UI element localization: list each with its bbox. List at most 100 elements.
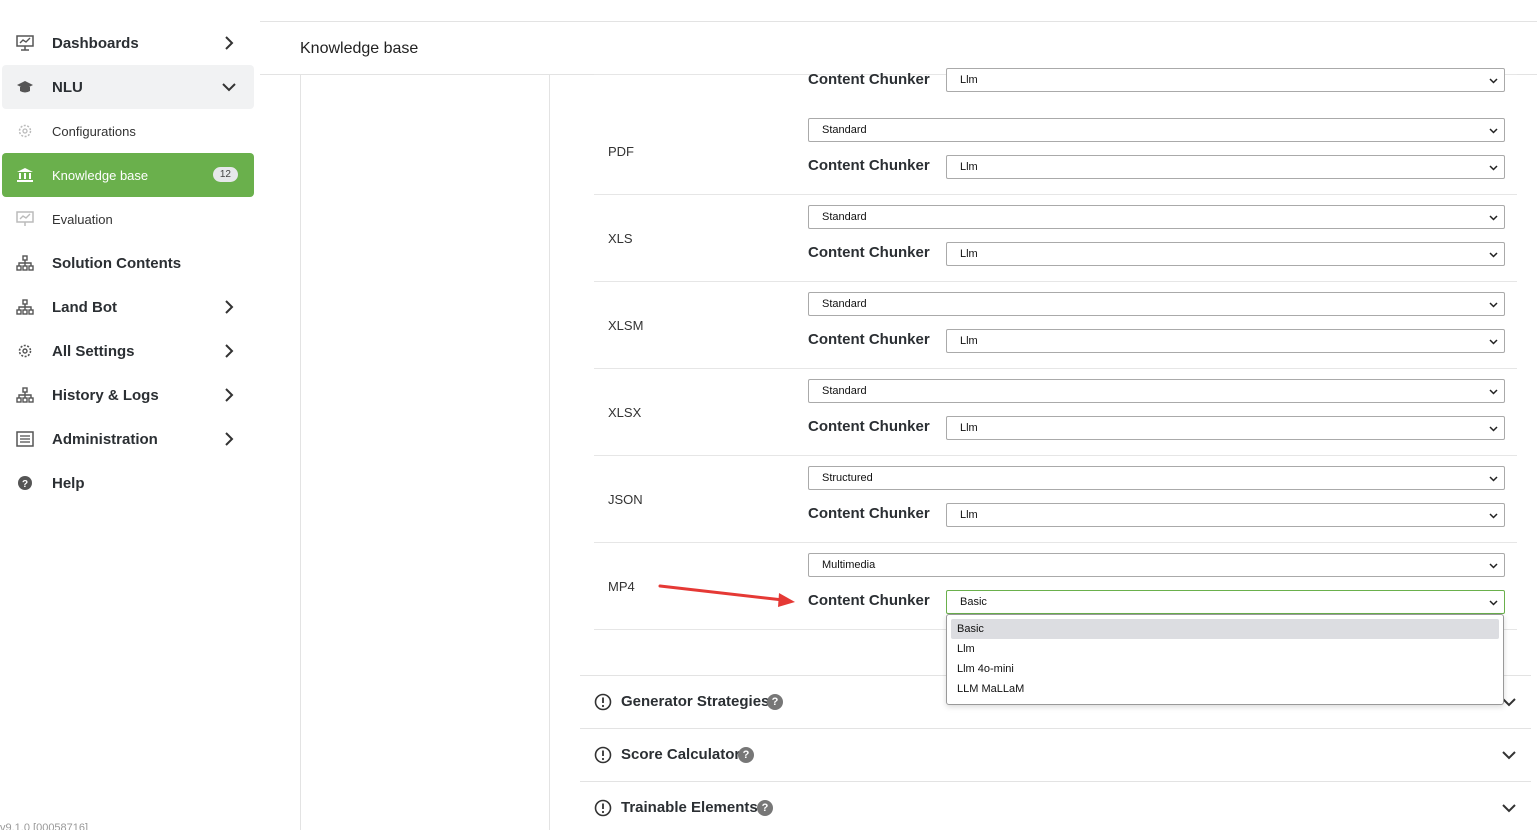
sidebar-item-label: Administration: [52, 430, 158, 448]
content-chunker-label: Content Chunker: [808, 331, 930, 348]
help-icon[interactable]: ?: [738, 747, 754, 763]
sidebar-item-label: Evaluation: [52, 211, 113, 227]
sidebar-item-nlu[interactable]: NLU: [2, 65, 254, 109]
accordion-title: Generator Strategies: [621, 693, 770, 710]
sidebar-item-label: Solution Contents: [52, 254, 182, 272]
sidebar-item-label: Configurations: [52, 123, 136, 139]
select-value: Llm: [960, 335, 978, 347]
chevron-right-icon: [225, 388, 234, 402]
help-icon[interactable]: ?: [767, 694, 783, 710]
admin-panel-icon: [16, 431, 34, 447]
select-value: Multimedia: [822, 559, 876, 571]
sidebar-item-label: History & Logs: [52, 386, 159, 404]
strategy-select[interactable]: Standard: [808, 379, 1505, 403]
file-type-label: MP4: [608, 579, 635, 594]
chevron-down-icon: [1489, 339, 1498, 345]
file-type-label: JSON: [608, 492, 643, 507]
sidebar-item-label: Knowledge base: [52, 167, 149, 183]
help-icon[interactable]: ?: [757, 800, 773, 816]
sidebar-item-solution-contents[interactable]: Solution Contents: [2, 241, 254, 285]
dropdown-option[interactable]: Llm: [951, 639, 1499, 659]
select-value: Standard: [822, 298, 867, 310]
strategy-select[interactable]: Multimedia: [808, 553, 1505, 577]
select-value: Llm: [960, 422, 978, 434]
select-value: Standard: [822, 211, 867, 223]
left-panel: [300, 75, 550, 830]
dropdown-option[interactable]: Basic: [951, 619, 1499, 639]
accordion-trainable-elements[interactable]: Trainable Elements ?: [580, 781, 1531, 830]
chart-presentation-icon: [16, 211, 34, 226]
sitemap-icon: [16, 255, 34, 271]
chevron-down-icon: [1489, 389, 1498, 395]
svg-text:?: ?: [22, 479, 28, 490]
file-type-row: XLS Standard Content Chunker Llm: [594, 195, 1517, 282]
chevron-down-icon: [1502, 804, 1516, 813]
exclamation-circle-icon: [594, 693, 612, 711]
sidebar-item-label: Dashboards: [52, 34, 139, 52]
chevron-right-icon: [225, 344, 234, 358]
chevron-down-icon: [1502, 751, 1516, 760]
sidebar-item-configurations[interactable]: Configurations: [2, 109, 254, 153]
sidebar-item-dashboards[interactable]: Dashboards: [2, 21, 254, 65]
strategy-select[interactable]: Standard: [808, 292, 1505, 316]
chart-presentation-icon: [16, 35, 34, 51]
file-type-row: JSON Structured Content Chunker Llm: [594, 456, 1517, 543]
content-chunker-label: Content Chunker: [808, 244, 930, 261]
sidebar-item-label: NLU: [52, 78, 83, 96]
chevron-down-icon: [1489, 128, 1498, 134]
content-chunker-select[interactable]: Basic: [946, 590, 1505, 614]
content-chunker-label: Content Chunker: [808, 157, 930, 174]
chevron-right-icon: [225, 36, 234, 50]
sidebar-item-evaluation[interactable]: Evaluation: [2, 197, 254, 241]
content-chunker-select[interactable]: Llm: [946, 416, 1505, 440]
select-value: Standard: [822, 385, 867, 397]
accordion-score-calculator[interactable]: Score Calculator ?: [580, 728, 1531, 781]
select-value: Standard: [822, 124, 867, 136]
dropdown-option[interactable]: LLM MaLLaM: [951, 679, 1499, 699]
content-chunker-label: Content Chunker: [808, 418, 930, 435]
strategy-select[interactable]: Structured: [808, 466, 1505, 490]
strategy-select[interactable]: Standard: [808, 205, 1505, 229]
sidebar-item-help[interactable]: ? Help: [2, 461, 254, 505]
page-title: Knowledge base: [300, 40, 419, 57]
sidebar-item-history-logs[interactable]: History & Logs: [2, 373, 254, 417]
sitemap-icon: [16, 387, 34, 403]
content-chunker-select[interactable]: Llm: [946, 68, 1505, 92]
content-chunker-select[interactable]: Llm: [946, 242, 1505, 266]
chevron-down-icon: [1489, 252, 1498, 258]
content-chunker-select[interactable]: Llm: [946, 155, 1505, 179]
select-value: Llm: [960, 74, 978, 86]
chevron-down-icon: [1489, 476, 1498, 482]
exclamation-circle-icon: [594, 799, 612, 817]
sidebar-item-all-settings[interactable]: All Settings: [2, 329, 254, 373]
sidebar-item-knowledge-base[interactable]: Knowledge base 12: [2, 153, 254, 197]
chevron-down-icon: [1489, 600, 1498, 606]
content-chunker-select[interactable]: Llm: [946, 329, 1505, 353]
sitemap-icon: [16, 299, 34, 315]
strategy-select[interactable]: Standard: [808, 118, 1505, 142]
file-type-label: XLS: [608, 231, 633, 246]
dropdown-option[interactable]: Llm 4o-mini: [951, 659, 1499, 679]
content-chunker-label: Content Chunker: [808, 71, 930, 88]
content-chunker-label: Content Chunker: [808, 592, 930, 609]
file-type-label: PDF: [608, 144, 634, 159]
file-type-row: XLSX Standard Content Chunker Llm: [594, 369, 1517, 456]
chevron-down-icon: [1489, 426, 1498, 432]
sidebar-item-label: All Settings: [52, 342, 135, 360]
sidebar-item-administration[interactable]: Administration: [2, 417, 254, 461]
content-chunker-select[interactable]: Llm: [946, 503, 1505, 527]
chevron-down-icon: [1489, 513, 1498, 519]
chevron-down-icon: [1489, 215, 1498, 221]
chevron-down-icon: [1489, 563, 1498, 569]
select-value: Llm: [960, 248, 978, 260]
accordion-title: Trainable Elements: [621, 799, 758, 816]
exclamation-circle-icon: [594, 746, 612, 764]
file-type-row: XLSM Standard Content Chunker Llm: [594, 282, 1517, 369]
graduation-cap-icon: [17, 81, 33, 93]
sidebar-item-label: Help: [52, 474, 85, 492]
sidebar-item-land-bot[interactable]: Land Bot: [2, 285, 254, 329]
sidebar-item-label: Land Bot: [52, 298, 117, 316]
accordion-title: Score Calculator: [621, 746, 741, 763]
version-label: v9.1.0 [00058716]: [0, 822, 89, 830]
chevron-right-icon: [225, 300, 234, 314]
